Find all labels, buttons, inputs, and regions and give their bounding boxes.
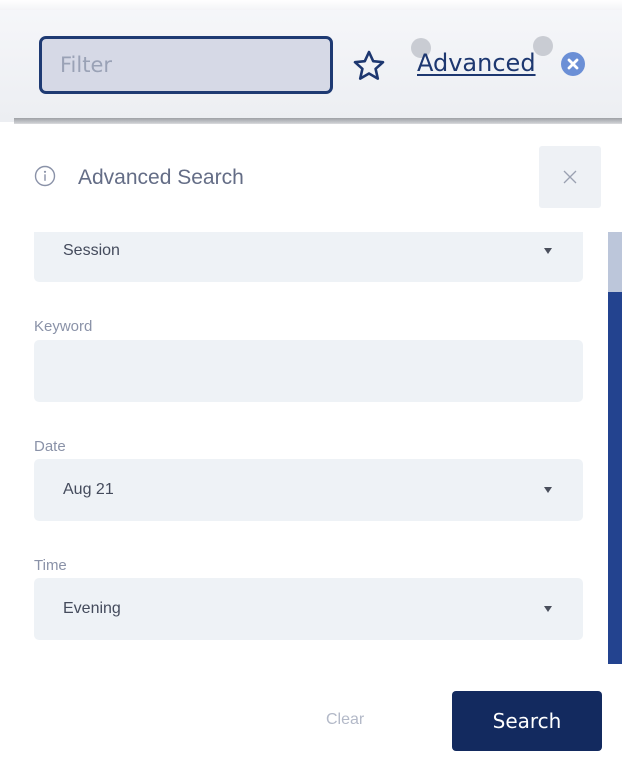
- advanced-search-panel: Advanced Search Session Keyword Date Aug…: [14, 124, 622, 769]
- decorative-dot: [533, 36, 553, 56]
- close-button[interactable]: [539, 146, 601, 208]
- filter-input[interactable]: [39, 36, 333, 94]
- keyword-input[interactable]: [34, 340, 583, 402]
- chevron-down-icon: [544, 606, 552, 612]
- type-select[interactable]: Session: [34, 232, 583, 282]
- star-outline-icon[interactable]: [351, 48, 387, 84]
- scrollbar[interactable]: [608, 232, 622, 664]
- circle-x-icon[interactable]: [561, 52, 585, 76]
- toolbar-top-edge: [0, 0, 622, 10]
- panel-title: Advanced Search: [78, 166, 244, 189]
- search-form: Session Keyword Date Aug 21 Time Evening: [14, 232, 622, 662]
- chevron-down-icon: [544, 248, 552, 254]
- chevron-down-icon: [544, 487, 552, 493]
- search-button[interactable]: Search: [452, 691, 602, 751]
- info-circle-icon: [34, 165, 56, 187]
- scrollbar-thumb[interactable]: [608, 232, 622, 292]
- time-label: Time: [34, 557, 67, 574]
- time-select[interactable]: Evening: [34, 578, 583, 640]
- clear-button[interactable]: Clear: [326, 711, 364, 729]
- advanced-link[interactable]: Advanced: [417, 49, 536, 77]
- time-select-value: Evening: [63, 600, 121, 617]
- panel-header: Advanced Search: [14, 124, 622, 232]
- date-label: Date: [34, 438, 66, 455]
- keyword-label: Keyword: [34, 318, 93, 335]
- type-select-value: Session: [63, 242, 120, 259]
- date-select[interactable]: Aug 21: [34, 459, 583, 521]
- close-x-icon: [563, 170, 577, 184]
- date-select-value: Aug 21: [63, 481, 114, 498]
- filter-toolbar: Advanced: [0, 0, 622, 122]
- panel-footer: Clear Search: [14, 664, 622, 769]
